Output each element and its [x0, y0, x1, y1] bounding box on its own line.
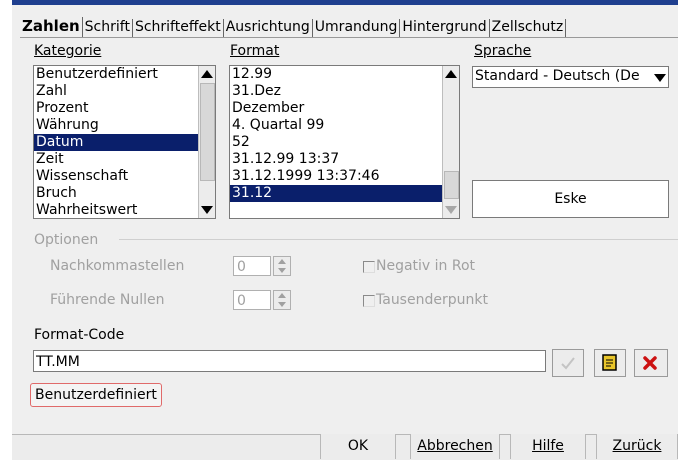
nachkommastellen-stepper[interactable]: 0	[233, 256, 291, 278]
format-items: 12.99 31.Dez Dezember 4. Quartal 99 52 31.12.…	[230, 66, 459, 202]
cancel-button[interactable]: Abbrechen	[410, 434, 500, 459]
format-scroll-thumb[interactable]	[444, 171, 459, 199]
list-item[interactable]: Dezember	[230, 100, 459, 117]
list-item[interactable]: Zeit	[34, 151, 215, 168]
kategorie-label: Kategorie	[34, 43, 101, 59]
format-label-text: Format	[230, 43, 280, 59]
list-item[interactable]: Bruch	[34, 185, 215, 202]
scroll-down-icon[interactable]	[445, 206, 457, 214]
list-item[interactable]: 52	[230, 134, 459, 151]
format-list[interactable]: 12.99 31.Dez Dezember 4. Quartal 99 52 31.12.…	[229, 65, 460, 219]
scroll-up-icon[interactable]	[445, 70, 457, 78]
comment-button[interactable]	[594, 349, 626, 377]
checkmark-icon	[561, 357, 575, 370]
spin-down-icon[interactable]	[278, 268, 286, 273]
cancel-button-label: Abbrechen	[417, 438, 493, 454]
help-button[interactable]: Hilfe	[510, 434, 586, 459]
tab-zahlen[interactable]: Zahlen	[20, 17, 83, 37]
sprache-label: Sprache	[474, 43, 531, 59]
list-item[interactable]: Wissenschaft	[34, 168, 215, 185]
negativ-label: Negativ in Rot	[376, 258, 476, 274]
nachkommastellen-spin-buttons[interactable]	[273, 256, 291, 276]
format-preview: Eske	[472, 180, 669, 218]
tab-bar: Zahlen Schrift Schrifteffekt Ausrichtung…	[20, 15, 567, 37]
negativ-checkbox[interactable]	[363, 261, 375, 273]
spin-up-icon[interactable]	[278, 259, 286, 264]
list-item[interactable]: 31.12	[230, 185, 459, 202]
kategorie-scroll-thumb[interactable]	[200, 83, 215, 181]
nachkommastellen-label: Nachkommastellen	[50, 258, 185, 274]
list-item[interactable]: 31.12.1999 13:37:46	[230, 168, 459, 185]
fuehrende-nullen-label: Führende Nullen	[50, 292, 165, 308]
format-code-label: Format-Code	[34, 327, 125, 343]
format-code-status-badge: Benutzerdefiniert	[30, 383, 162, 407]
dialog-body: Zahlen Schrift Schrifteffekt Ausrichtung…	[12, 5, 678, 460]
tab-schrift[interactable]: Schrift	[83, 19, 133, 37]
sprache-select[interactable]: Standard - Deutsch (De	[472, 66, 669, 88]
kategorie-scrollbar[interactable]	[198, 66, 215, 218]
help-button-label: Hilfe	[532, 438, 564, 454]
format-label: Format	[230, 43, 279, 59]
list-item[interactable]: 4. Quartal 99	[230, 117, 459, 134]
delete-button[interactable]	[634, 349, 668, 377]
spin-down-icon[interactable]	[278, 302, 286, 307]
nachkommastellen-input[interactable]: 0	[233, 256, 271, 276]
format-cells-dialog: Zahlen Schrift Schrifteffekt Ausrichtung…	[0, 0, 678, 460]
tab-divider	[20, 37, 678, 38]
tab-ausrichtung[interactable]: Ausrichtung	[224, 19, 313, 37]
list-item[interactable]: Wahrheitswert	[34, 202, 215, 218]
back-button-label: Zurück	[612, 438, 662, 454]
list-item[interactable]: 31.Dez	[230, 83, 459, 100]
tab-zellschutz[interactable]: Zellschutz	[490, 19, 567, 37]
note-icon	[602, 354, 617, 371]
accept-button[interactable]	[552, 349, 584, 377]
tab-umrandung[interactable]: Umrandung	[313, 19, 401, 37]
chevron-down-icon[interactable]	[654, 74, 666, 82]
format-scrollbar[interactable]	[442, 66, 459, 218]
list-item[interactable]: Prozent	[34, 100, 215, 117]
sprache-label-text: Sprache	[474, 43, 532, 59]
tab-hintergrund[interactable]: Hintergrund	[400, 19, 490, 37]
tausenderpunkt-label: Tausenderpunkt	[376, 292, 488, 308]
scroll-up-icon[interactable]	[201, 70, 213, 78]
list-item[interactable]: 12.99	[230, 66, 459, 83]
optionen-title: Optionen	[34, 232, 99, 248]
list-item[interactable]: Währung	[34, 117, 215, 134]
list-item[interactable]: Zahl	[34, 83, 215, 100]
kategorie-label-text: Kategorie	[34, 43, 102, 59]
kategorie-items: Benutzerdefiniert Zahl Prozent Währung Datum…	[34, 66, 215, 218]
back-button[interactable]: Zurück	[596, 434, 678, 459]
fuehrende-nullen-spin-buttons[interactable]	[273, 290, 291, 310]
optionen-divider	[119, 239, 678, 240]
kategorie-list[interactable]: Benutzerdefiniert Zahl Prozent Währung Datum…	[33, 65, 216, 219]
delete-icon	[643, 356, 657, 370]
format-code-input[interactable]: TT.MM	[33, 350, 546, 372]
list-item[interactable]: Benutzerdefiniert	[34, 66, 215, 83]
fuehrende-nullen-input[interactable]: 0	[233, 290, 271, 310]
tab-schrifteffekt[interactable]: Schrifteffekt	[133, 19, 224, 37]
list-item[interactable]: Datum	[34, 134, 215, 151]
spin-up-icon[interactable]	[278, 293, 286, 298]
ok-button[interactable]: OK	[320, 434, 396, 459]
sprache-value: Standard - Deutsch (De	[475, 68, 640, 84]
fuehrende-nullen-stepper[interactable]: 0	[233, 290, 291, 312]
list-item[interactable]: 31.12.99 13:37	[230, 151, 459, 168]
tausenderpunkt-checkbox[interactable]	[363, 295, 375, 307]
scroll-down-icon[interactable]	[201, 206, 213, 214]
